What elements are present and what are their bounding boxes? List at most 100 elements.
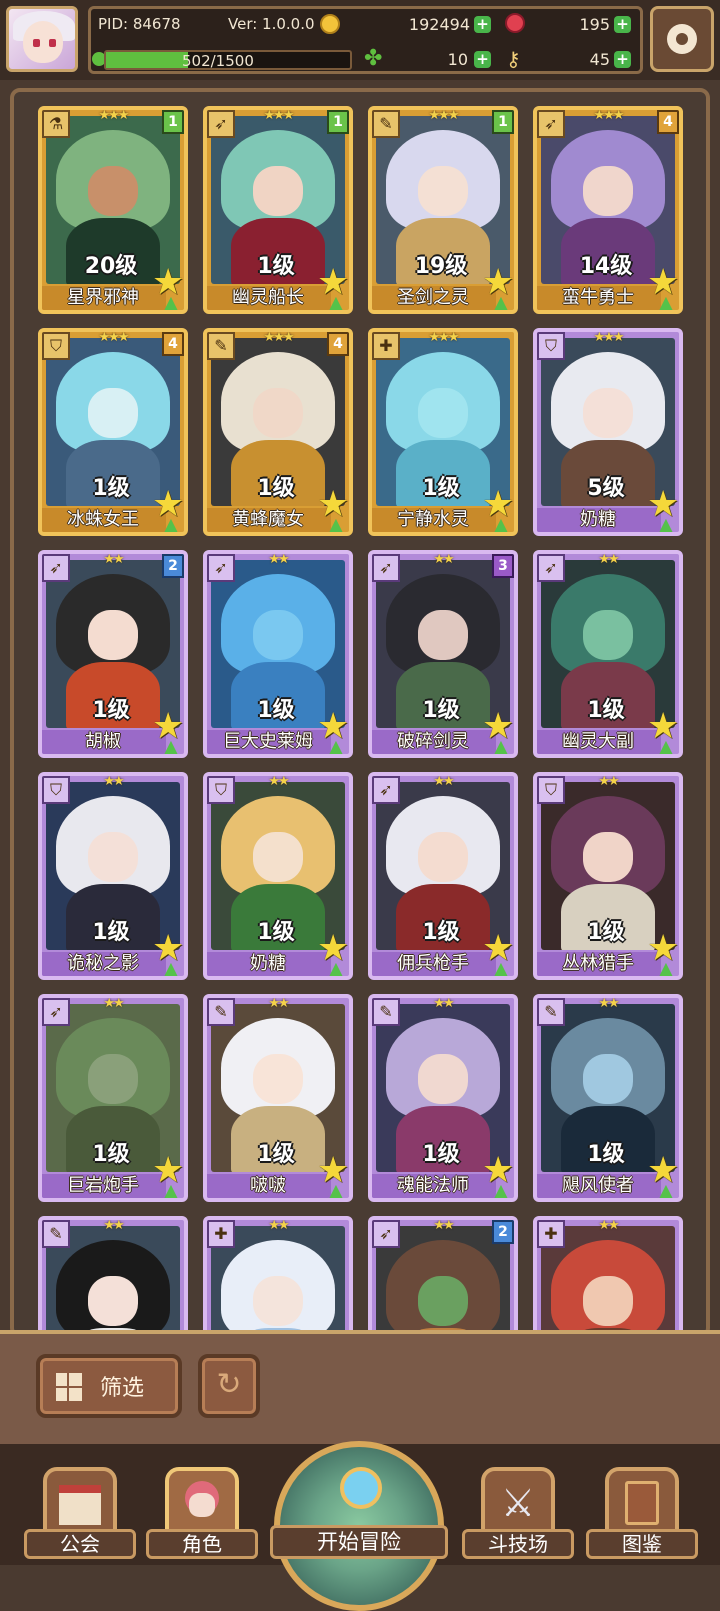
character-card[interactable]: ⛉ ★★ 1级 奶糖 ★ ▲ [203,772,353,980]
cross-icon: ✚ [537,1220,565,1248]
add-clover-button[interactable]: + [474,51,491,68]
character-card[interactable]: ✎ ★★★ 1 19级 圣剑之灵 ★ ▲ [368,106,518,314]
stamina-text: 502/1500 [182,52,254,70]
character-card[interactable]: ✎ ★★ 1级 飓风使者 ★ ▲ [533,994,683,1202]
clover-amount: 10 [447,50,468,69]
staff-icon: ✎ [372,110,400,138]
star-rating: ★★★ [98,330,130,345]
add-key-button[interactable]: + [614,51,631,68]
character-card[interactable]: ⛉ ★★ 1级 丛林猎手 ★ ▲ [533,772,683,980]
level-up-icon: ▲ [492,514,510,536]
star-rating: ★★ [433,996,454,1011]
nav-character[interactable]: 角色 [146,1461,258,1559]
nav-arena[interactable]: ⚔ 斗技场 [462,1461,574,1559]
character-name: 胡椒 [42,730,166,754]
star-rating: ★★ [433,774,454,789]
cross-icon: ✚ [207,1220,235,1248]
character-card[interactable]: ➶ ★★ 1级 巨岩炮手 ★ ▲ [38,994,188,1202]
bow-icon: ➶ [42,554,70,582]
star-rating: ★★ [103,552,124,567]
nav-codex[interactable]: 图鉴 [586,1461,698,1559]
character-card[interactable]: ✎ ★★ 1级 魂能法师 ★ ▲ [368,994,518,1202]
character-card[interactable]: ⛉ ★★ 1级 诡秘之影 ★ ▲ [38,772,188,980]
character-card[interactable]: ➶ ★★ 3 1级 破碎剑灵 ★ ▲ [368,550,518,758]
nav-start-adventure[interactable]: 开始冒险 [270,1441,448,1611]
avatar-eye-right [49,39,56,47]
level-up-icon: ▲ [327,958,345,980]
character-name: 宁静水灵 [372,508,496,532]
duplicate-count-badge: 2 [492,1220,514,1244]
star-rating: ★★★ [263,108,295,123]
star-rating: ★★★ [98,108,130,123]
star-rating: ★★ [598,996,619,1011]
character-card[interactable]: ➶ ★★ 1级 幽灵大副 ★ ▲ [533,550,683,758]
staff-icon: ✎ [207,998,235,1026]
character-card[interactable]: ⚗ ★★★ 1 20级 星界邪神 ★ ▲ [38,106,188,314]
character-name: 星界邪神 [42,286,166,310]
ruby-gem-icon [505,13,525,33]
level-up-icon: ▲ [162,1180,180,1202]
level-up-icon: ▲ [657,958,675,980]
character-card[interactable]: ⛉ ★★★ 4 1级 冰蛛女王 ★ ▲ [38,328,188,536]
star-rating: ★★ [598,1218,619,1233]
duplicate-count-badge: 1 [162,110,184,134]
nav-character-label: 角色 [146,1529,258,1559]
character-card[interactable]: ➶ ★★ 1级 巨大史莱姆 ★ ▲ [203,550,353,758]
add-gold-button[interactable]: + [474,16,491,33]
character-card[interactable]: ⛉ ★★★ 5级 奶糖 ★ ▲ [533,328,683,536]
filter-bar: 筛选 ↻ [0,1330,720,1448]
avatar-eye-left [33,39,40,47]
level-up-icon: ▲ [492,736,510,758]
key-icon: ⚷ [506,47,521,71]
bow-icon: ➶ [537,554,565,582]
character-name: 飓风使者 [537,1174,661,1198]
character-card[interactable]: ✎ ★★ [38,1216,188,1334]
level-up-icon: ▲ [327,292,345,314]
character-card[interactable]: ✚ ★★★ 1级 宁静水灵 ★ ▲ [368,328,518,536]
shield-icon: ⛉ [537,332,565,360]
duplicate-count-badge: 1 [327,110,349,134]
character-card[interactable]: ✚ ★★ [203,1216,353,1334]
star-rating: ★★★ [428,108,460,123]
character-name: 奶糖 [537,508,661,532]
character-card[interactable]: ➶ ★★ 2 [368,1216,518,1334]
star-rating: ★★ [268,774,289,789]
level-up-icon: ▲ [327,514,345,536]
reset-filter-button[interactable]: ↻ [198,1354,260,1418]
level-up-icon: ▲ [492,292,510,314]
top-hud: PID: 84678 Ver: 1.0.0.0 192494 + 195 + 5… [0,0,720,80]
add-gem-button[interactable]: + [614,16,631,33]
settings-button[interactable] [650,6,714,72]
character-card[interactable]: ➶ ★★★ 4 14级 蛮牛勇士 ★ ▲ [533,106,683,314]
star-rating: ★★★ [593,108,625,123]
character-list-panel[interactable]: ⚗ ★★★ 1 20级 星界邪神 ★ ▲ ➶ ★★★ 1 1级 幽灵船长 ★ ▲ ✎ ★★★ 1 19级 圣剑之… [10,88,710,1338]
character-card[interactable]: ✚ ★★ [533,1216,683,1334]
avatar-face [23,21,63,63]
duplicate-count-badge: 4 [657,110,679,134]
staff-icon: ✎ [207,332,235,360]
level-up-icon: ▲ [492,1180,510,1202]
level-up-icon: ▲ [327,1180,345,1202]
star-rating: ★★ [433,552,454,567]
level-up-icon: ▲ [162,958,180,980]
duplicate-count-badge: 4 [162,332,184,356]
level-up-icon: ▲ [492,958,510,980]
staff-icon: ✎ [42,1220,70,1248]
player-avatar[interactable] [6,6,78,72]
filter-button[interactable]: 筛选 [36,1354,182,1418]
character-name: 黄蜂魔女 [207,508,331,532]
character-name: 啵啵 [207,1174,331,1198]
character-card[interactable]: ➶ ★★ 2 1级 胡椒 ★ ▲ [38,550,188,758]
star-rating: ★★★ [593,330,625,345]
character-card[interactable]: ✎ ★★ 1级 啵啵 ★ ▲ [203,994,353,1202]
shield-icon: ⛉ [207,776,235,804]
duplicate-count-badge: 2 [162,554,184,578]
star-rating: ★★ [103,1218,124,1233]
character-card[interactable]: ➶ ★★ 1级 佣兵枪手 ★ ▲ [368,772,518,980]
character-card[interactable]: ➶ ★★★ 1 1级 幽灵船长 ★ ▲ [203,106,353,314]
character-card[interactable]: ✎ ★★★ 4 1级 黄蜂魔女 ★ ▲ [203,328,353,536]
duplicate-count-badge: 1 [492,110,514,134]
nav-guild[interactable]: 公会 [24,1461,136,1559]
star-rating: ★★ [598,774,619,789]
cross-icon: ✚ [372,332,400,360]
